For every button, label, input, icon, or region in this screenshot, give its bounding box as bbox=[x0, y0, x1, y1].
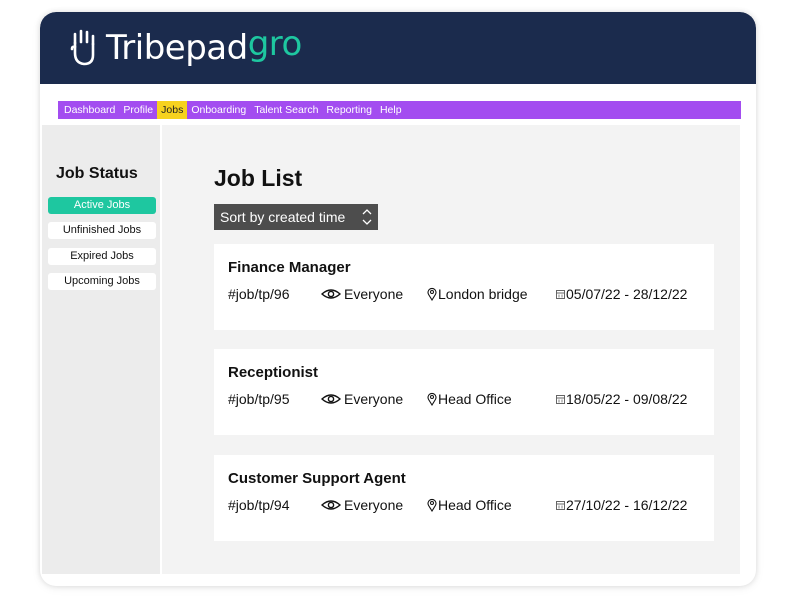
job-ref: #job/tp/95 bbox=[228, 391, 290, 407]
nav-item-dashboard[interactable]: Dashboard bbox=[60, 101, 119, 119]
location-pin-icon bbox=[427, 287, 437, 301]
job-dates: 05/07/22 - 28/12/22 bbox=[556, 286, 687, 302]
nav-item-onboarding[interactable]: Onboarding bbox=[187, 101, 250, 119]
job-ref: #job/tp/94 bbox=[228, 497, 290, 513]
job-title[interactable]: Finance Manager bbox=[228, 259, 351, 276]
chevron-up-down-icon bbox=[362, 209, 372, 225]
calendar-icon bbox=[556, 395, 565, 404]
job-ref: #job/tp/96 bbox=[228, 286, 290, 302]
sidebar-item-active-jobs[interactable]: Active Jobs bbox=[48, 197, 156, 214]
dates-label: 18/05/22 - 09/08/22 bbox=[566, 391, 688, 407]
job-location: London bridge bbox=[427, 286, 528, 302]
nav-item-jobs[interactable]: Jobs bbox=[157, 101, 188, 119]
job-card[interactable]: Receptionist #job/tp/95 Everyone Head Of… bbox=[214, 349, 714, 435]
dates-label: 27/10/22 - 16/12/22 bbox=[566, 497, 688, 513]
job-card[interactable]: Finance Manager #job/tp/96 Everyone Lond… bbox=[214, 244, 714, 330]
eye-icon bbox=[321, 289, 341, 299]
job-visibility: Everyone bbox=[321, 391, 403, 407]
nav-item-talent-search[interactable]: Talent Search bbox=[250, 101, 322, 119]
visibility-label: Everyone bbox=[344, 497, 404, 513]
job-location: Head Office bbox=[427, 391, 512, 407]
location-label: Head Office bbox=[438, 497, 512, 513]
nav-item-help[interactable]: Help bbox=[376, 101, 406, 119]
job-visibility: Everyone bbox=[321, 497, 403, 513]
nav-item-profile[interactable]: Profile bbox=[119, 101, 157, 119]
hand-logo-icon bbox=[70, 29, 95, 66]
tribepad-logo[interactable]: Tribepad gro bbox=[70, 24, 302, 70]
dates-label: 05/07/22 - 28/12/22 bbox=[566, 286, 688, 302]
brand-accent: gro bbox=[247, 24, 303, 64]
job-title[interactable]: Customer Support Agent bbox=[228, 470, 406, 487]
visibility-label: Everyone bbox=[344, 286, 404, 302]
location-pin-icon bbox=[427, 392, 437, 406]
eye-icon bbox=[321, 500, 341, 510]
calendar-icon bbox=[556, 501, 565, 510]
app-window: Tribepad gro Dashboard Profile Jobs Onbo… bbox=[40, 12, 756, 586]
page-title: Job List bbox=[214, 165, 303, 191]
brand-name: Tribepad bbox=[106, 28, 248, 68]
location-label: Head Office bbox=[438, 391, 512, 407]
job-dates: 27/10/22 - 16/12/22 bbox=[556, 497, 687, 513]
job-card[interactable]: Customer Support Agent #job/tp/94 Everyo… bbox=[214, 455, 714, 541]
nav-item-reporting[interactable]: Reporting bbox=[322, 101, 376, 119]
visibility-label: Everyone bbox=[344, 391, 404, 407]
job-list-panel: Job List Sort by created time Finance Ma… bbox=[162, 125, 740, 574]
sidebar-item-unfinished-jobs[interactable]: Unfinished Jobs bbox=[48, 222, 156, 239]
sidebar-item-expired-jobs[interactable]: Expired Jobs bbox=[48, 248, 156, 265]
calendar-icon bbox=[556, 290, 565, 299]
location-pin-icon bbox=[427, 498, 437, 512]
sort-dropdown[interactable]: Sort by created time bbox=[214, 204, 378, 230]
eye-icon bbox=[321, 394, 341, 404]
sidebar-item-upcoming-jobs[interactable]: Upcoming Jobs bbox=[48, 273, 156, 290]
sidebar-title: Job Status bbox=[56, 165, 138, 182]
main-nav: Dashboard Profile Jobs Onboarding Talent… bbox=[58, 101, 741, 119]
job-dates: 18/05/22 - 09/08/22 bbox=[556, 391, 687, 407]
job-title[interactable]: Receptionist bbox=[228, 364, 318, 381]
header-bar: Tribepad gro bbox=[40, 12, 756, 84]
location-label: London bridge bbox=[438, 286, 528, 302]
job-location: Head Office bbox=[427, 497, 512, 513]
sort-label: Sort by created time bbox=[220, 209, 346, 225]
job-visibility: Everyone bbox=[321, 286, 403, 302]
job-status-sidebar: Job Status Active Jobs Unfinished Jobs E… bbox=[42, 125, 160, 574]
